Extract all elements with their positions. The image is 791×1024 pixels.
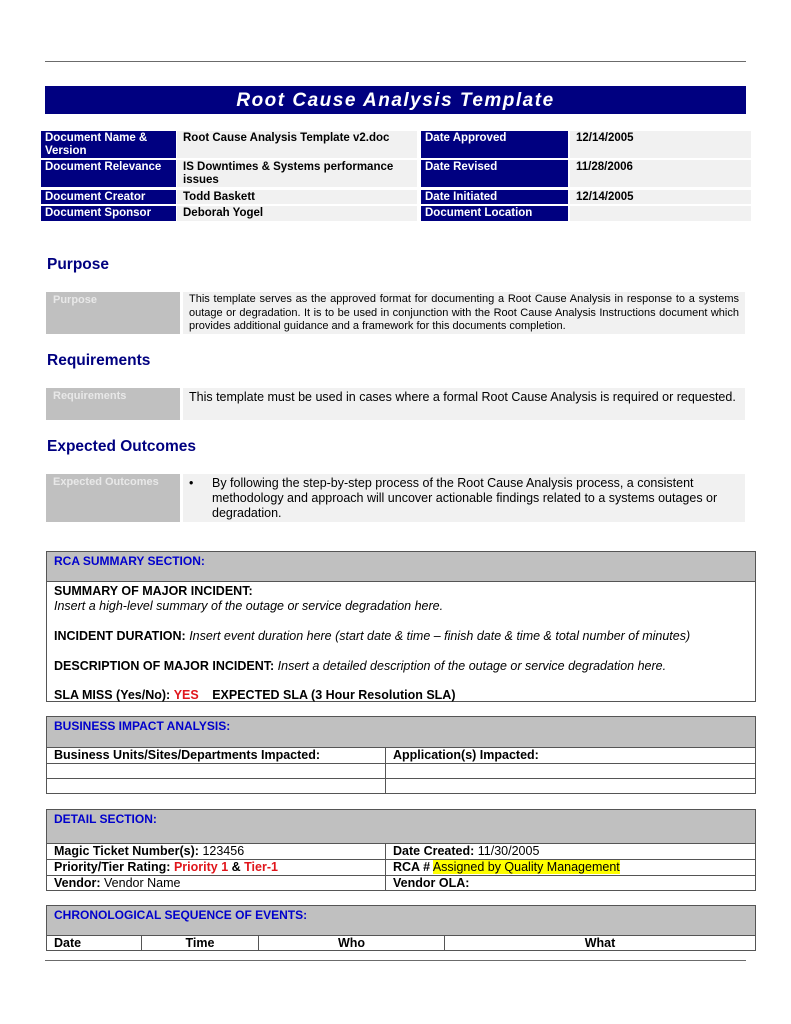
date-created-label: Date Created: xyxy=(393,844,475,858)
rca-number-label: RCA # xyxy=(393,860,431,874)
business-units-cell[interactable] xyxy=(47,779,385,794)
applications-cell[interactable] xyxy=(385,779,755,794)
duration-label: INCIDENT DURATION: xyxy=(54,629,186,643)
tier-value[interactable]: Tier-1 xyxy=(244,860,278,874)
expected-sla: EXPECTED SLA (3 Hour Resolution SLA) xyxy=(212,688,456,702)
applications-cell[interactable] xyxy=(385,764,755,778)
date-approved-label: Date Approved xyxy=(421,131,568,158)
chronology-header-row: Date Time Who What xyxy=(47,936,755,950)
requirements-heading: Requirements xyxy=(47,352,151,369)
applications-column: Application(s) Impacted: xyxy=(385,748,755,763)
priority-label: Priority/Tier Rating: xyxy=(54,860,171,874)
table-row xyxy=(47,779,755,794)
purpose-text: This template serves as the approved for… xyxy=(183,292,745,334)
detail-section: DETAIL SECTION: Magic Ticket Number(s): … xyxy=(46,809,756,891)
priority-value[interactable]: Priority 1 xyxy=(174,860,228,874)
requirements-text: This template must be used in cases wher… xyxy=(183,388,745,420)
doc-sponsor-value: Deborah Yogel xyxy=(177,206,417,221)
bottom-rule xyxy=(45,960,746,961)
business-impact-section: BUSINESS IMPACT ANALYSIS: Business Units… xyxy=(46,716,756,794)
time-column: Time xyxy=(141,936,258,950)
who-column: Who xyxy=(258,936,444,950)
vendor-cell: Vendor: Vendor Name xyxy=(47,876,385,891)
incident-duration-line: INCIDENT DURATION: Insert event duration… xyxy=(54,629,748,644)
expected-outcomes-bullet-item: • By following the step-by-step process … xyxy=(189,476,739,521)
summary-label: SUMMARY OF MAJOR INCIDENT: xyxy=(54,584,253,598)
business-units-cell[interactable] xyxy=(47,764,385,778)
ticket-cell: Magic Ticket Number(s): 123456 xyxy=(47,844,385,859)
purpose-heading: Purpose xyxy=(47,256,110,273)
description-label: DESCRIPTION OF MAJOR INCIDENT: xyxy=(54,659,275,673)
doc-location-value xyxy=(570,206,751,221)
date-initiated-label: Date Initiated xyxy=(421,190,568,204)
priority-cell: Priority/Tier Rating: Priority 1 & Tier-… xyxy=(47,860,385,875)
rca-summary-section: RCA SUMMARY SECTION: SUMMARY OF MAJOR IN… xyxy=(46,551,756,702)
business-impact-header: BUSINESS IMPACT ANALYSIS: xyxy=(47,717,755,748)
vendor-ola-label: Vendor OLA: xyxy=(393,876,470,890)
priority-separator: & xyxy=(231,860,241,874)
requirements-label: Requirements xyxy=(46,388,180,420)
date-initiated-value: 12/14/2005 xyxy=(570,190,751,204)
sla-miss-label: SLA MISS (Yes/No): xyxy=(54,688,171,702)
rca-summary-body: SUMMARY OF MAJOR INCIDENT: Insert a high… xyxy=(47,582,755,705)
table-row xyxy=(47,764,755,779)
purpose-label: Purpose xyxy=(46,292,180,334)
doc-relevance-label: Document Relevance xyxy=(41,160,176,187)
date-revised-label: Date Revised xyxy=(421,160,568,187)
rca-number-cell: RCA # Assigned by Quality Management xyxy=(385,860,755,875)
doc-relevance-value: IS Downtimes & Systems performance issue… xyxy=(177,160,417,187)
detail-header: DETAIL SECTION: xyxy=(47,810,755,844)
ticket-label: Magic Ticket Number(s): xyxy=(54,844,199,858)
sla-line: SLA MISS (Yes/No): YES EXPECTED SLA (3 H… xyxy=(54,688,748,703)
bullet-icon: • xyxy=(189,476,194,490)
page-title: Root Cause Analysis Template xyxy=(45,86,746,114)
vendor-ola-cell: Vendor OLA: xyxy=(385,876,755,891)
chronology-section: CHRONOLOGICAL SEQUENCE OF EVENTS: Date T… xyxy=(46,905,756,951)
detail-row: Vendor: Vendor Name Vendor OLA: xyxy=(47,876,755,891)
ticket-value[interactable]: 123456 xyxy=(202,844,244,858)
expected-outcomes-label: Expected Outcomes xyxy=(46,474,180,522)
summary-text[interactable]: Insert a high-level summary of the outag… xyxy=(54,599,748,614)
expected-outcomes-heading: Expected Outcomes xyxy=(47,438,197,455)
doc-sponsor-label: Document Sponsor xyxy=(41,206,176,221)
doc-creator-label: Document Creator xyxy=(41,190,176,204)
expected-outcomes-box: • By following the step-by-step process … xyxy=(183,474,745,522)
doc-name-label: Document Name & Version xyxy=(41,131,176,158)
vendor-value[interactable]: Vendor Name xyxy=(104,876,180,890)
rca-number-value[interactable]: Assigned by Quality Management xyxy=(432,860,620,874)
expected-outcomes-text: By following the step-by-step process of… xyxy=(212,476,718,520)
detail-row: Priority/Tier Rating: Priority 1 & Tier-… xyxy=(47,860,755,876)
date-created-cell: Date Created: 11/30/2005 xyxy=(385,844,755,859)
date-revised-value: 11/28/2006 xyxy=(570,160,751,187)
doc-location-label: Document Location xyxy=(421,206,568,221)
top-rule xyxy=(45,61,746,62)
business-units-column: Business Units/Sites/Departments Impacte… xyxy=(54,748,321,762)
doc-creator-value: Todd Baskett xyxy=(177,190,417,204)
rca-summary-header: RCA SUMMARY SECTION: xyxy=(47,552,755,582)
doc-name-value: Root Cause Analysis Template v2.doc xyxy=(177,131,417,158)
what-column: What xyxy=(444,936,755,950)
date-created-value[interactable]: 11/30/2005 xyxy=(478,844,540,858)
sla-miss-value[interactable]: YES xyxy=(174,688,199,702)
description-text[interactable]: Insert a detailed description of the out… xyxy=(278,659,666,673)
date-approved-value: 12/14/2005 xyxy=(570,131,751,158)
description-line: DESCRIPTION OF MAJOR INCIDENT: Insert a … xyxy=(54,659,748,674)
date-column: Date xyxy=(54,936,82,950)
duration-text[interactable]: Insert event duration here (start date &… xyxy=(189,629,690,643)
business-impact-header-row: Business Units/Sites/Departments Impacte… xyxy=(47,748,755,764)
vendor-label: Vendor: xyxy=(54,876,101,890)
chronology-header: CHRONOLOGICAL SEQUENCE OF EVENTS: xyxy=(47,906,755,936)
detail-row: Magic Ticket Number(s): 123456 Date Crea… xyxy=(47,844,755,860)
